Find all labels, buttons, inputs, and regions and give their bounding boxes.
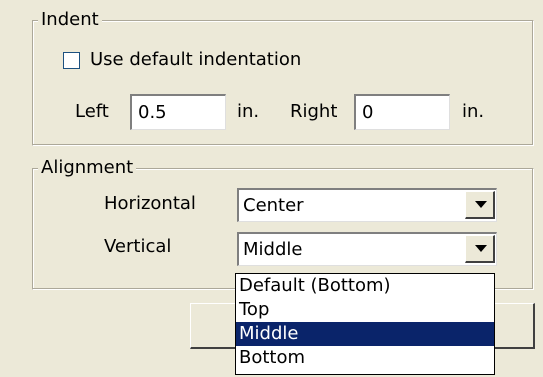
horizontal-combobox[interactable]: Center [237,188,497,222]
indent-group [32,20,534,146]
chevron-down-icon [475,245,487,252]
use-default-indentation-checkbox[interactable] [63,52,80,69]
vertical-combobox-value: Middle [243,239,303,260]
dropdown-option-middle[interactable]: Middle [236,322,494,346]
right-indent-input[interactable]: 0 [354,94,450,130]
alignment-group [32,168,534,290]
vertical-dropdown-list: Default (Bottom) Top Middle Bottom [235,273,495,375]
horizontal-label: Horizontal [104,193,196,214]
horizontal-combobox-value: Center [243,195,304,216]
dropdown-option-top[interactable]: Top [236,298,494,322]
chevron-down-icon [475,201,487,208]
vertical-label: Vertical [104,236,172,257]
left-indent-label: Left [75,101,109,122]
alignment-group-label: Alignment [38,158,137,178]
left-indent-unit: in. [237,101,260,122]
right-indent-label: Right [290,101,338,122]
right-indent-unit: in. [462,101,485,122]
horizontal-dropdown-button[interactable] [465,191,495,219]
indent-group-label: Indent [38,10,102,30]
vertical-dropdown-button[interactable] [465,235,495,263]
dropdown-option-bottom[interactable]: Bottom [236,346,494,370]
left-indent-input[interactable]: 0.5 [130,94,226,130]
use-default-indentation-label[interactable]: Use default indentation [90,49,301,71]
dropdown-option-default-bottom[interactable]: Default (Bottom) [236,274,494,298]
vertical-combobox[interactable]: Middle [237,232,497,266]
